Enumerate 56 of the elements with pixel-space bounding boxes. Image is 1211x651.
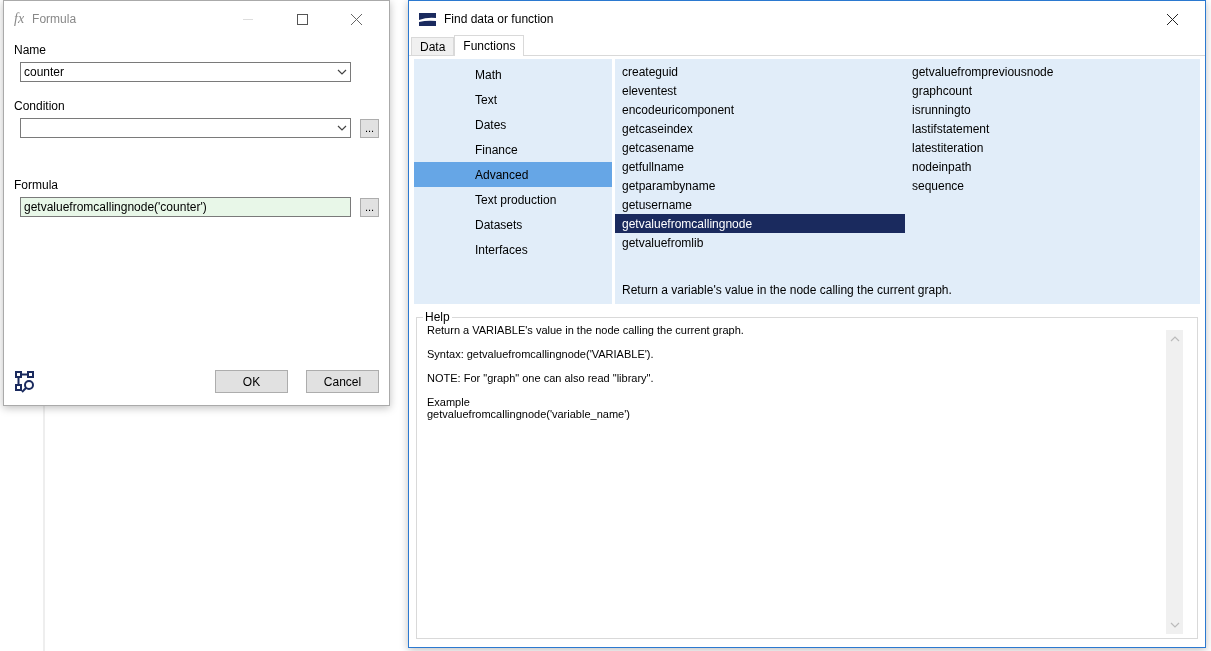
function-item[interactable]: graphcount — [905, 81, 1195, 100]
help-title: Help — [424, 310, 451, 324]
help-text: Syntax: getvaluefromcallingnode('VARIABLE'). — [427, 348, 655, 360]
browse-button[interactable]: ... — [360, 197, 379, 217]
category-item[interactable]: Finance — [414, 137, 612, 162]
function-item[interactable]: getvaluefrompreviousnode — [905, 62, 1195, 81]
function-item[interactable]: eleventest — [615, 81, 905, 100]
field-label: Name — [14, 43, 47, 57]
field-label: Condition — [14, 99, 66, 113]
category-item[interactable]: Text production — [414, 187, 612, 212]
tab[interactable]: Data — [411, 37, 455, 55]
category-item[interactable]: Text — [414, 87, 612, 112]
function-item[interactable]: getfullname — [615, 157, 905, 176]
category-item[interactable]: Dates — [414, 112, 612, 137]
close-icon[interactable] — [1166, 13, 1178, 25]
chevron-down-icon — [337, 69, 347, 75]
category-item[interactable]: Advanced — [414, 162, 612, 187]
ok-button[interactable]: OK — [215, 370, 288, 393]
function-item[interactable]: encodeuricomponent — [615, 100, 905, 119]
category-item[interactable]: Math — [414, 62, 612, 87]
function-summary: Return a variable's value in the node calling the current graph. — [622, 283, 953, 297]
function-item[interactable]: latestiteration — [905, 138, 1195, 157]
browse-button[interactable]: ... — [360, 118, 379, 138]
help-text: Return a VARIABLE's value in the node calling the current graph. — [427, 324, 745, 336]
function-item[interactable]: getcaseindex — [615, 119, 905, 138]
scrollbar[interactable] — [1166, 330, 1183, 634]
tab[interactable]: Functions — [454, 35, 525, 56]
maximize-icon[interactable] — [296, 13, 308, 25]
function-item[interactable]: getvaluefromlib — [615, 233, 905, 252]
function-item[interactable]: getparambyname — [615, 176, 905, 195]
category-item[interactable]: Interfaces — [414, 237, 612, 262]
field-label: Formula — [14, 178, 59, 192]
function-item[interactable]: isrunningto — [905, 100, 1195, 119]
help-text: Example — [427, 396, 471, 408]
cancel-button[interactable]: Cancel — [306, 370, 379, 393]
input-field[interactable]: getvaluefromcallingnode('counter') — [20, 197, 351, 217]
function-item[interactable]: lastifstatement — [905, 119, 1195, 138]
window-title: Find data or function — [444, 12, 554, 26]
help-text: NOTE: For "graph" one can also read "library". — [427, 372, 655, 384]
node-search-icon[interactable] — [15, 370, 37, 393]
category-item[interactable]: Datasets — [414, 212, 612, 237]
function-item[interactable]: getvaluefromcallingnode — [615, 214, 905, 233]
window-title: Formula — [32, 12, 77, 26]
scroll-down-icon — [1169, 622, 1180, 628]
scroll-up-icon — [1169, 336, 1180, 342]
help-text: getvaluefromcallingnode('variable_name') — [427, 408, 631, 420]
combo-box[interactable]: counter — [20, 62, 351, 82]
function-item[interactable]: createguid — [615, 62, 905, 81]
function-item[interactable]: nodeinpath — [905, 157, 1195, 176]
app-logo-icon — [419, 12, 436, 26]
combo-box[interactable] — [20, 118, 351, 138]
formula-icon: fx — [14, 11, 25, 27]
function-item[interactable]: getcasename — [615, 138, 905, 157]
function-item[interactable]: sequence — [905, 176, 1195, 195]
chevron-down-icon — [337, 125, 347, 131]
function-item[interactable]: getusername — [615, 195, 905, 214]
